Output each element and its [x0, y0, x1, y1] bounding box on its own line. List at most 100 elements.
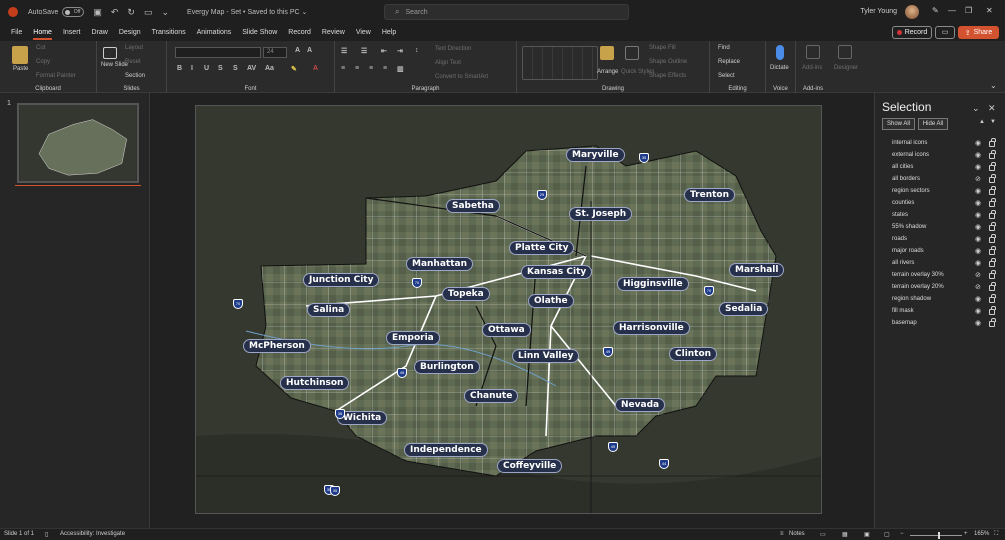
shadow-icon[interactable]: S — [233, 65, 238, 72]
city-label[interactable]: Nevada — [615, 398, 666, 412]
zoom-in-icon[interactable]: + — [964, 531, 968, 537]
paste-icon[interactable] — [12, 46, 28, 64]
layer-item[interactable]: terrain overlay 20% ⊘ — [875, 281, 1005, 293]
eye-icon[interactable]: ◉ — [975, 235, 981, 243]
lock-icon[interactable] — [989, 174, 996, 183]
eye-icon[interactable]: ◉ — [975, 211, 981, 219]
city-label[interactable]: Salina — [307, 303, 351, 317]
layer-item[interactable]: internal icons ◉ — [875, 137, 1005, 149]
city-label[interactable]: Olathe — [528, 294, 574, 308]
city-label[interactable]: Linn Valley — [512, 349, 580, 363]
increase-font-icon[interactable]: A — [295, 47, 300, 54]
zoom-out-icon[interactable]: − — [900, 531, 904, 537]
align-right-icon[interactable]: ≡ — [369, 65, 373, 72]
avatar[interactable] — [905, 5, 919, 19]
designer-button[interactable]: Designer — [834, 65, 858, 71]
layer-item[interactable]: region sectors ◉ — [875, 185, 1005, 197]
city-label[interactable]: Manhattan — [406, 257, 474, 271]
layer-name[interactable]: all borders — [892, 176, 920, 182]
layer-item[interactable]: external icons ◉ — [875, 149, 1005, 161]
city-label[interactable]: Burlington — [414, 360, 480, 374]
hide-all-button[interactable]: Hide All — [918, 118, 948, 130]
increase-indent-icon[interactable]: ⇥ — [397, 47, 403, 55]
layer-item[interactable]: counties ◉ — [875, 197, 1005, 209]
tab-file[interactable]: File — [11, 29, 22, 36]
change-case-icon[interactable]: Aa — [265, 65, 274, 72]
lock-icon[interactable] — [989, 234, 996, 243]
lock-icon[interactable] — [989, 150, 996, 159]
collapse-ribbon-icon[interactable]: ⌄ — [990, 81, 997, 90]
map-slide[interactable]: Maryville Trenton Sabetha St. Joseph Platte … — [195, 105, 822, 514]
bring-forward-icon[interactable]: ▲ — [979, 119, 985, 125]
city-label[interactable]: Independence — [404, 443, 488, 457]
tab-home[interactable]: Home — [33, 29, 52, 40]
lock-icon[interactable] — [989, 318, 996, 327]
layer-item[interactable]: basemap ◉ — [875, 317, 1005, 329]
strikethrough-icon[interactable]: S — [218, 65, 223, 72]
city-label[interactable]: Sabetha — [446, 199, 500, 213]
layer-item[interactable]: roads ◉ — [875, 233, 1005, 245]
city-label[interactable]: Marshall — [729, 263, 785, 277]
city-label[interactable]: Hutchinson — [280, 376, 350, 390]
shape-effects-button[interactable]: Shape Effects — [649, 73, 686, 79]
shape-fill-button[interactable]: Shape Fill — [649, 45, 676, 51]
lock-icon[interactable] — [989, 210, 996, 219]
present-icon[interactable]: ▭ — [144, 7, 153, 18]
layer-item[interactable]: all cities ◉ — [875, 161, 1005, 173]
city-label[interactable]: Ottawa — [482, 323, 531, 337]
layer-name[interactable]: all rivers — [892, 260, 914, 266]
eye-hidden-icon[interactable]: ⊘ — [975, 175, 981, 183]
city-label[interactable]: Platte City — [509, 241, 575, 255]
slide-sorter-icon[interactable]: ▦ — [842, 531, 848, 538]
layer-name[interactable]: terrain overlay 30% — [892, 272, 944, 278]
record-button[interactable]: Record — [892, 26, 932, 39]
cut-button[interactable]: Cut — [36, 45, 45, 51]
eye-icon[interactable]: ◉ — [975, 259, 981, 267]
city-label[interactable]: McPherson — [243, 339, 311, 353]
layer-item[interactable]: all rivers ◉ — [875, 257, 1005, 269]
numbering-icon[interactable]: ☰ — [361, 47, 367, 55]
eye-icon[interactable]: ◉ — [975, 295, 981, 303]
bold-icon[interactable]: B — [177, 65, 182, 72]
layer-name[interactable]: region shadow — [892, 296, 931, 302]
lock-icon[interactable] — [989, 282, 996, 291]
layer-name[interactable]: all cities — [892, 164, 913, 170]
addins-button[interactable]: Add-ins — [802, 65, 822, 71]
lock-icon[interactable] — [989, 198, 996, 207]
eye-icon[interactable]: ◉ — [975, 139, 981, 147]
accessibility-status[interactable]: Accessibility: Investigate — [60, 531, 125, 537]
eye-icon[interactable]: ◉ — [975, 151, 981, 159]
restore-icon[interactable]: ❐ — [965, 6, 972, 15]
send-backward-icon[interactable]: ▼ — [990, 119, 996, 125]
fit-to-window-icon[interactable]: ⛶ — [994, 531, 998, 538]
city-label[interactable]: Sedalia — [719, 302, 769, 316]
tab-slide-show[interactable]: Slide Show — [242, 29, 277, 36]
tab-review[interactable]: Review — [322, 29, 345, 36]
city-label[interactable]: St. Joseph — [569, 207, 633, 221]
normal-view-icon[interactable]: ▭ — [820, 531, 826, 538]
layer-item[interactable]: states ◉ — [875, 209, 1005, 221]
zoom-slider[interactable] — [910, 535, 962, 536]
layer-name[interactable]: states — [892, 212, 908, 218]
layer-item[interactable]: region shadow ◉ — [875, 293, 1005, 305]
decrease-font-icon[interactable]: A — [307, 47, 312, 54]
arrange-icon[interactable] — [600, 46, 614, 60]
tab-draw[interactable]: Draw — [91, 29, 107, 36]
tab-transitions[interactable]: Transitions — [152, 29, 186, 36]
new-slide-button[interactable]: New Slide — [101, 62, 128, 68]
city-label[interactable]: Emporia — [386, 331, 440, 345]
font-size-input[interactable]: 24 — [263, 47, 287, 58]
city-label[interactable]: Junction City — [303, 273, 380, 287]
align-center-icon[interactable]: ≡ — [355, 65, 359, 72]
layer-name[interactable]: 55% shadow — [892, 224, 926, 230]
slideshow-view-icon[interactable]: ▢ — [884, 531, 890, 538]
italic-icon[interactable]: I — [191, 65, 193, 72]
minimize-icon[interactable]: — — [948, 6, 956, 15]
layer-name[interactable]: internal icons — [892, 140, 927, 146]
layer-name[interactable]: external icons — [892, 152, 929, 158]
layer-name[interactable]: region sectors — [892, 188, 930, 194]
city-label[interactable]: Topeka — [442, 287, 490, 301]
city-label[interactable]: Chanute — [464, 389, 519, 403]
lock-icon[interactable] — [989, 294, 996, 303]
copy-button[interactable]: Copy — [36, 59, 50, 65]
